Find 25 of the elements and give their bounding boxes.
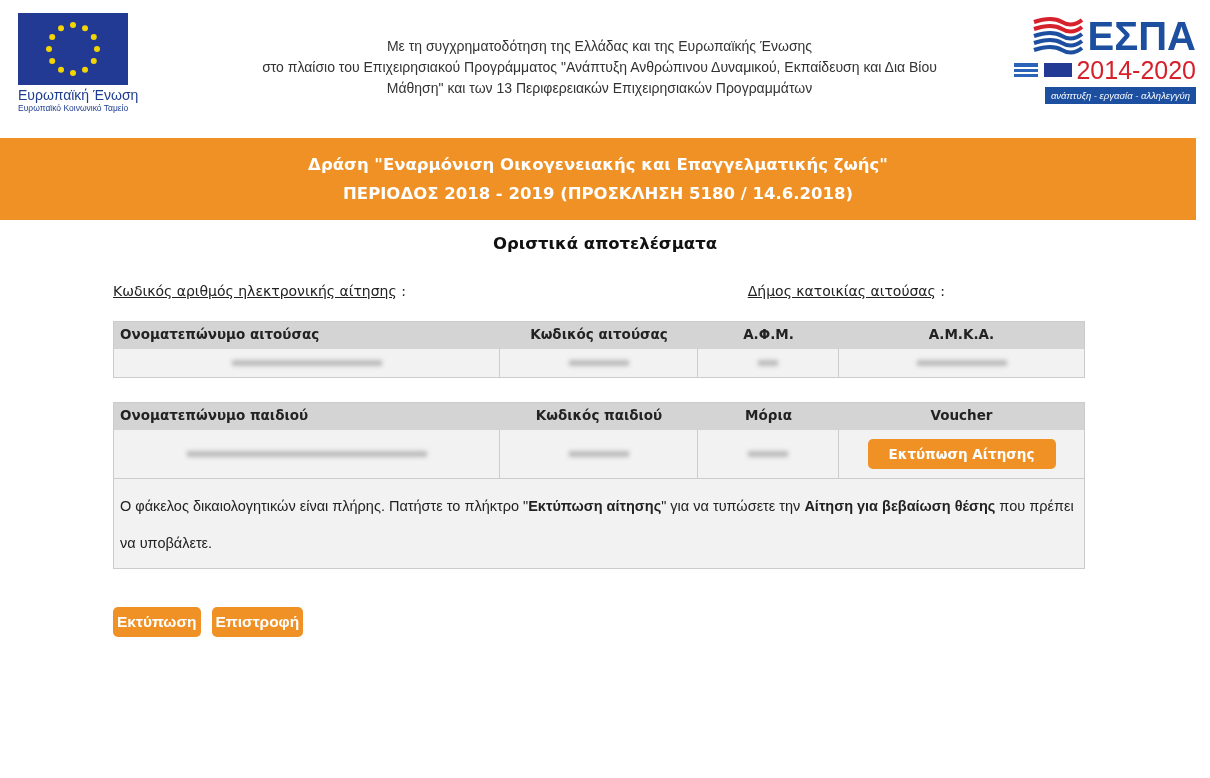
print-button[interactable]: Εκτύπωση [113, 607, 201, 637]
column-header: Ονοματεπώνυμο αιτούσας [114, 322, 500, 349]
logo-title: Ευρωπαϊκή Ένωση [18, 87, 139, 103]
field-label: Κωδικός αριθμός ηλεκτρονικής αίτησης : [113, 283, 406, 299]
funding-text: Με τη συγχρηματοδότηση της Ελλάδας και της Ευρωπαϊκής Ένωσης [386, 37, 813, 56]
print-application-button[interactable]: Εκτύπωση Αίτησης [867, 439, 1056, 469]
column-header: Ονοματεπώνυμο παιδιού [114, 403, 500, 430]
column-header: Α.Μ.Κ.Α. [839, 322, 1084, 349]
page-title: Οριστικά αποτελέσματα [491, 234, 719, 253]
info-text: Ο φάκελος δικαιολογητικών είναι πλήρης. Πατήστε το πλήκτρο "Εκτύπωση αίτησης" για να τυπώσετε την Αίτηση για βεβαίωση θέσης που πρέπει να υποβάλετε. [120, 498, 1074, 551]
field-label: Δήμος κατοικίας αιτούσας : [747, 283, 945, 299]
column-header: Κωδικός παιδιού [500, 403, 698, 430]
banner-subtitle: ΠΕΡΙΟΔΟΣ 2018 - 2019 (ΠΡΟΣΚΛΗΣΗ 5180 / 14.6.2018) [343, 184, 853, 203]
funding-text: Μάθηση" και των 13 Περιφερειακών Επιχειρησιακών Προγραμμάτων [386, 79, 813, 98]
column-header: Voucher [839, 403, 1084, 430]
logo-years: 2014-2020 [1076, 56, 1196, 84]
logo-title: ΕΣΠΑ [1087, 16, 1196, 56]
column-header: Κωδικός αιτούσας [500, 322, 698, 349]
logo-subtitle: Ευρωπαϊκό Κοινωνικό Ταμείο [18, 103, 129, 113]
funding-text: στο πλαίσιο του Επιχειρησιακού Προγράμματος "Ανάπτυξη Ανθρώπινου Δυναμικού, Εκπαίδευση και Δια Βίου [262, 58, 937, 77]
back-button[interactable]: Επιστροφή [211, 607, 304, 637]
column-header: Μόρια [698, 403, 839, 430]
column-header: Α.Φ.Μ. [698, 322, 839, 349]
logo-motto: ανάπτυξη - εργασία - αλληλεγγύη [1044, 87, 1196, 104]
banner-title: Δράση "Εναρμόνιση Οικογενειακής και Επαγγελματικής ζωής" [308, 155, 888, 174]
